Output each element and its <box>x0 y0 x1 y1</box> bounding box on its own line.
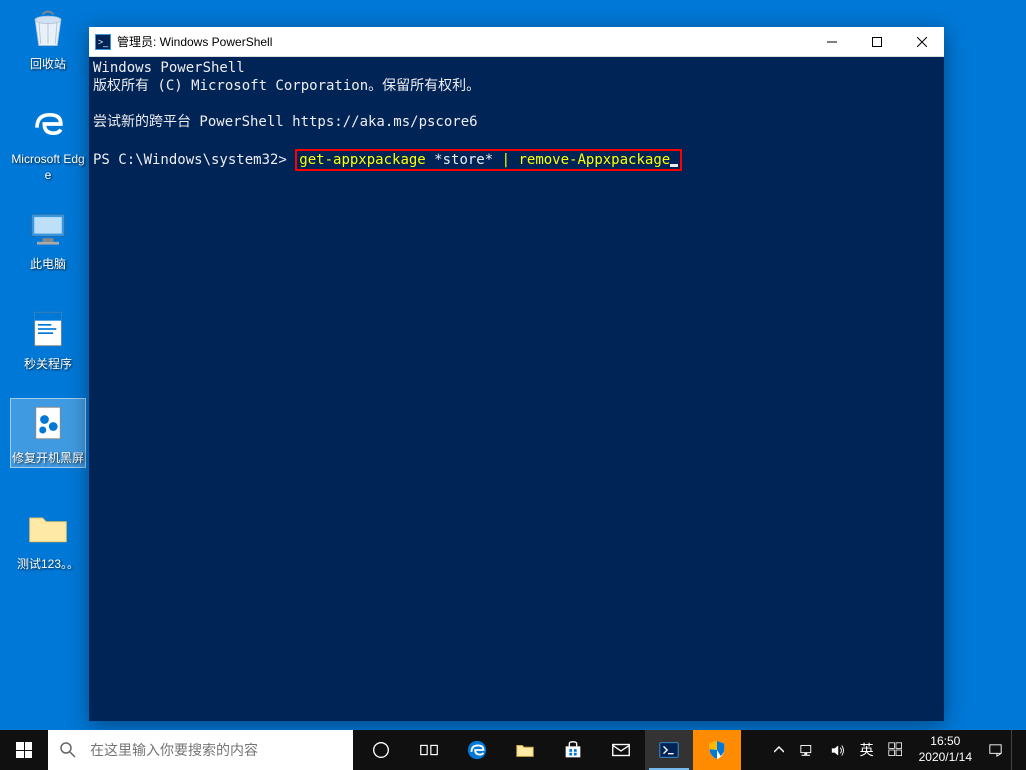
desktop-icon-label: 秒关程序 <box>10 357 86 373</box>
edge-icon <box>24 100 72 148</box>
terminal-line <box>93 131 940 149</box>
cursor <box>670 164 678 167</box>
volume-icon <box>829 742 846 759</box>
notification-icon <box>987 742 1004 759</box>
desktop-icon-label: 回收站 <box>10 57 86 73</box>
tray-ime-mode[interactable] <box>881 730 911 770</box>
tray-clock[interactable]: 16:50 2020/1/14 <box>911 730 980 770</box>
recycle-bin-icon <box>24 5 72 53</box>
cmd-segment: remove-Appxpackage <box>510 152 670 168</box>
taskbar-explorer[interactable] <box>501 730 549 770</box>
windows-logo-icon <box>16 742 32 758</box>
folder-icon <box>24 505 72 553</box>
taskbar-mail[interactable] <box>597 730 645 770</box>
tray-network[interactable] <box>791 730 822 770</box>
clock-date: 2020/1/14 <box>919 750 972 766</box>
desktop-icon-edge[interactable]: Microsoft Edge <box>10 100 86 183</box>
desktop-icon-label: 测试123。。 <box>10 557 86 573</box>
chevron-up-icon <box>774 745 784 755</box>
tray-notifications[interactable] <box>980 730 1011 770</box>
window-controls <box>809 27 944 56</box>
mail-icon <box>610 739 632 761</box>
desktop-icon-label: 此电脑 <box>10 257 86 273</box>
cortana-icon <box>370 739 392 761</box>
pc-icon <box>24 205 72 253</box>
close-button[interactable] <box>899 27 944 56</box>
desktop-icon-recycle-bin[interactable]: 回收站 <box>10 5 86 73</box>
command-highlight: get-appxpackage *store* | remove-Appxpac… <box>295 149 682 171</box>
system-tray: 英 16:50 2020/1/14 <box>767 730 1026 770</box>
task-icons <box>357 730 741 770</box>
minimize-icon <box>827 37 837 47</box>
powershell-icon <box>658 739 680 761</box>
tray-overflow[interactable] <box>767 730 791 770</box>
maximize-icon <box>872 37 882 47</box>
powershell-window: >_ 管理员: Windows PowerShell Windows Power… <box>89 27 944 721</box>
powershell-icon: >_ <box>95 34 111 50</box>
bat-icon <box>24 399 72 447</box>
clock-time: 16:50 <box>930 734 960 750</box>
desktop-icon-label: 修复开机黑屏 <box>11 451 85 467</box>
terminal-line: Windows PowerShell <box>93 59 940 77</box>
cmd-pipe: | <box>502 152 510 168</box>
start-button[interactable] <box>0 730 48 770</box>
desktop-icon-test-folder[interactable]: 测试123。。 <box>10 505 86 573</box>
terminal-line: 尝试新的跨平台 PowerShell https://aka.ms/pscore… <box>93 113 940 131</box>
titlebar[interactable]: >_ 管理员: Windows PowerShell <box>89 27 944 57</box>
taskbar-store[interactable] <box>549 730 597 770</box>
tray-volume[interactable] <box>822 730 853 770</box>
script-icon <box>24 305 72 353</box>
cortana-button[interactable] <box>357 730 405 770</box>
close-icon <box>917 37 927 47</box>
task-view-button[interactable] <box>405 730 453 770</box>
terminal-prompt-line: PS C:\Windows\system32> get-appxpackage … <box>93 149 940 171</box>
cmd-segment: get-appxpackage <box>299 152 434 168</box>
terminal-area[interactable]: Windows PowerShell版权所有 (C) Microsoft Cor… <box>89 57 944 721</box>
terminal-line: 版权所有 (C) Microsoft Corporation。保留所有权利。 <box>93 77 940 95</box>
taskbar-powershell[interactable] <box>645 730 693 770</box>
prompt-text: PS C:\Windows\system32> <box>93 152 295 168</box>
taskbar: 英 16:50 2020/1/14 <box>0 730 1026 770</box>
ime-icon <box>888 742 904 758</box>
network-icon <box>798 742 815 759</box>
desktop-icon-this-pc[interactable]: 此电脑 <box>10 205 86 273</box>
shield-icon <box>706 739 728 761</box>
desktop-icon-label: Microsoft Edge <box>10 152 86 183</box>
store-icon <box>562 739 584 761</box>
folder-icon <box>514 739 536 761</box>
show-desktop-button[interactable] <box>1011 730 1026 770</box>
search-input[interactable] <box>90 742 341 758</box>
taskbar-uac-prompt[interactable] <box>693 730 741 770</box>
desktop-icon-quick-close[interactable]: 秒关程序 <box>10 305 86 373</box>
cmd-segment: *store* <box>434 152 501 168</box>
search-icon <box>60 742 76 758</box>
desktop-icon-fix-boot[interactable]: 修复开机黑屏 <box>10 398 86 468</box>
taskbar-search[interactable] <box>48 730 353 770</box>
edge-icon <box>466 739 488 761</box>
minimize-button[interactable] <box>809 27 854 56</box>
tray-ime[interactable]: 英 <box>853 730 881 770</box>
terminal-line <box>93 95 940 113</box>
maximize-button[interactable] <box>854 27 899 56</box>
task-view-icon <box>418 739 440 761</box>
taskbar-edge[interactable] <box>453 730 501 770</box>
window-title: 管理员: Windows PowerShell <box>117 33 809 50</box>
